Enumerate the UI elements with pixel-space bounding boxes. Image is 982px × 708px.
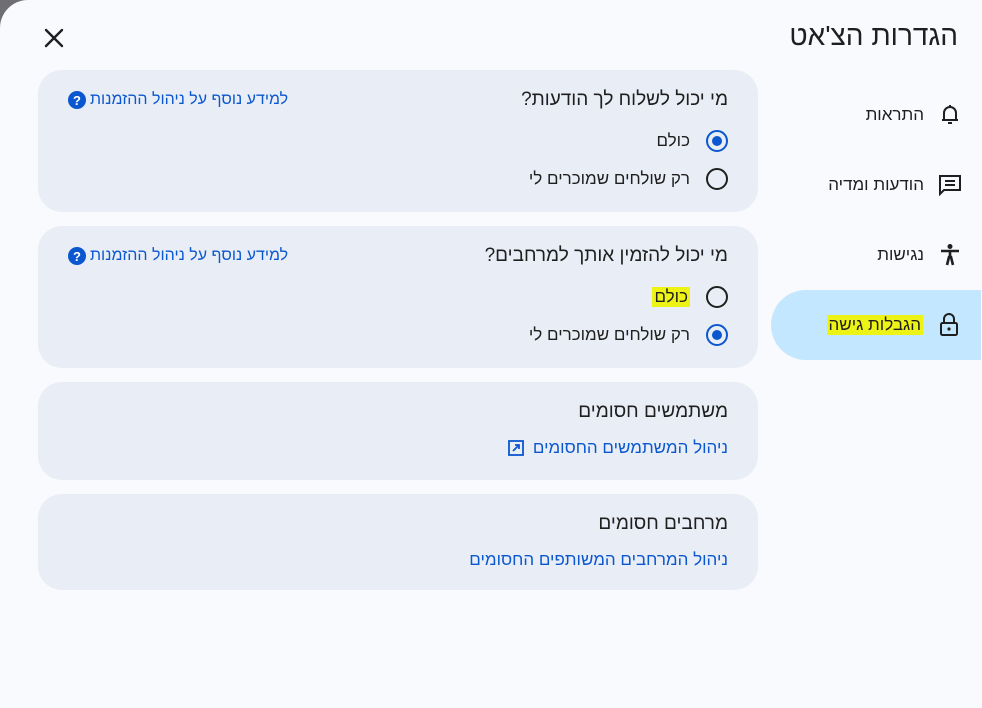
radio-label: רק שולחים שמוכרים לי: [528, 325, 690, 344]
blocked-spaces-card: מרחבים חסומים ניהול המרחבים המשותפים החס…: [38, 494, 758, 590]
settings-cards: מי יכול לשלוח לך הודעות? למידע נוסף על נ…: [38, 70, 758, 604]
nav-item-label: הגבלות גישה: [826, 315, 923, 335]
nav-item-access-restrictions[interactable]: הגבלות גישה: [771, 290, 981, 360]
close-icon: [44, 28, 64, 48]
help-link[interactable]: למידע נוסף על ניהול ההזמנות ?: [68, 247, 288, 265]
manage-blocked-users-link[interactable]: ניהול המשתמשים החסומים: [507, 438, 728, 458]
radio-button[interactable]: [706, 324, 728, 346]
blocked-users-card: משתמשים חסומים ניהול המשתמשים החסומים: [38, 382, 758, 480]
radio-option-known-senders[interactable]: רק שולחים שמוכרים לי: [68, 316, 728, 354]
card-title: מי יכול לשלוח לך הודעות?: [521, 89, 728, 110]
card-title: משתמשים חסומים: [578, 401, 728, 422]
radio-option-everyone[interactable]: כולם: [68, 278, 728, 316]
nav-item-notifications[interactable]: התראות: [772, 80, 982, 150]
bell-icon: [938, 103, 962, 127]
radio-button[interactable]: [706, 168, 728, 190]
dialog-title: הגדרות הצ'אט: [789, 20, 958, 51]
card-title: מי יכול להזמין אותך למרחבים?: [484, 245, 728, 266]
message-icon: [938, 173, 962, 197]
manage-blocked-spaces-link[interactable]: ניהול המרחבים המשותפים החסומים: [469, 550, 728, 570]
spaces-invite-card: מי יכול להזמין אותך למרחבים? למידע נוסף …: [38, 226, 758, 368]
external-link-icon: [507, 440, 524, 456]
radio-button[interactable]: [706, 286, 728, 308]
settings-nav: התראות הודעות ומדיה נגישות הגבלות גישה: [771, 80, 982, 360]
nav-item-label: התראות: [865, 105, 924, 124]
radio-label: רק שולחים שמוכרים לי: [528, 169, 690, 188]
help-icon: ?: [68, 91, 86, 109]
help-icon: ?: [68, 247, 86, 265]
card-title: מרחבים חסומים: [598, 513, 728, 534]
radio-button[interactable]: [706, 130, 728, 152]
help-link-text: למידע נוסף על ניהול ההזמנות: [90, 91, 289, 108]
link-text: ניהול המרחבים המשותפים החסומים: [469, 550, 728, 569]
help-link-text: למידע נוסף על ניהול ההזמנות: [90, 247, 289, 264]
lock-icon: [937, 313, 961, 337]
radio-option-everyone[interactable]: כולם: [68, 122, 728, 160]
radio-label: כולם: [656, 131, 690, 150]
close-button[interactable]: [40, 24, 68, 52]
nav-item-label: הודעות ומדיה: [828, 175, 924, 194]
radio-label: כולם: [652, 287, 690, 307]
messages-permission-card: מי יכול לשלוח לך הודעות? למידע נוסף על נ…: [38, 70, 758, 212]
link-text: ניהול המשתמשים החסומים: [532, 438, 728, 457]
radio-option-known-senders[interactable]: רק שולחים שמוכרים לי: [68, 160, 728, 198]
nav-item-messages-media[interactable]: הודעות ומדיה: [772, 150, 982, 220]
chat-settings-dialog: הגדרות הצ'אט התראות הודעות ומדיה נגישות …: [0, 0, 982, 708]
nav-item-accessibility[interactable]: נגישות: [772, 220, 982, 290]
help-link[interactable]: למידע נוסף על ניהול ההזמנות ?: [68, 91, 288, 109]
nav-item-label: נגישות: [877, 245, 924, 264]
accessibility-icon: [938, 243, 962, 267]
